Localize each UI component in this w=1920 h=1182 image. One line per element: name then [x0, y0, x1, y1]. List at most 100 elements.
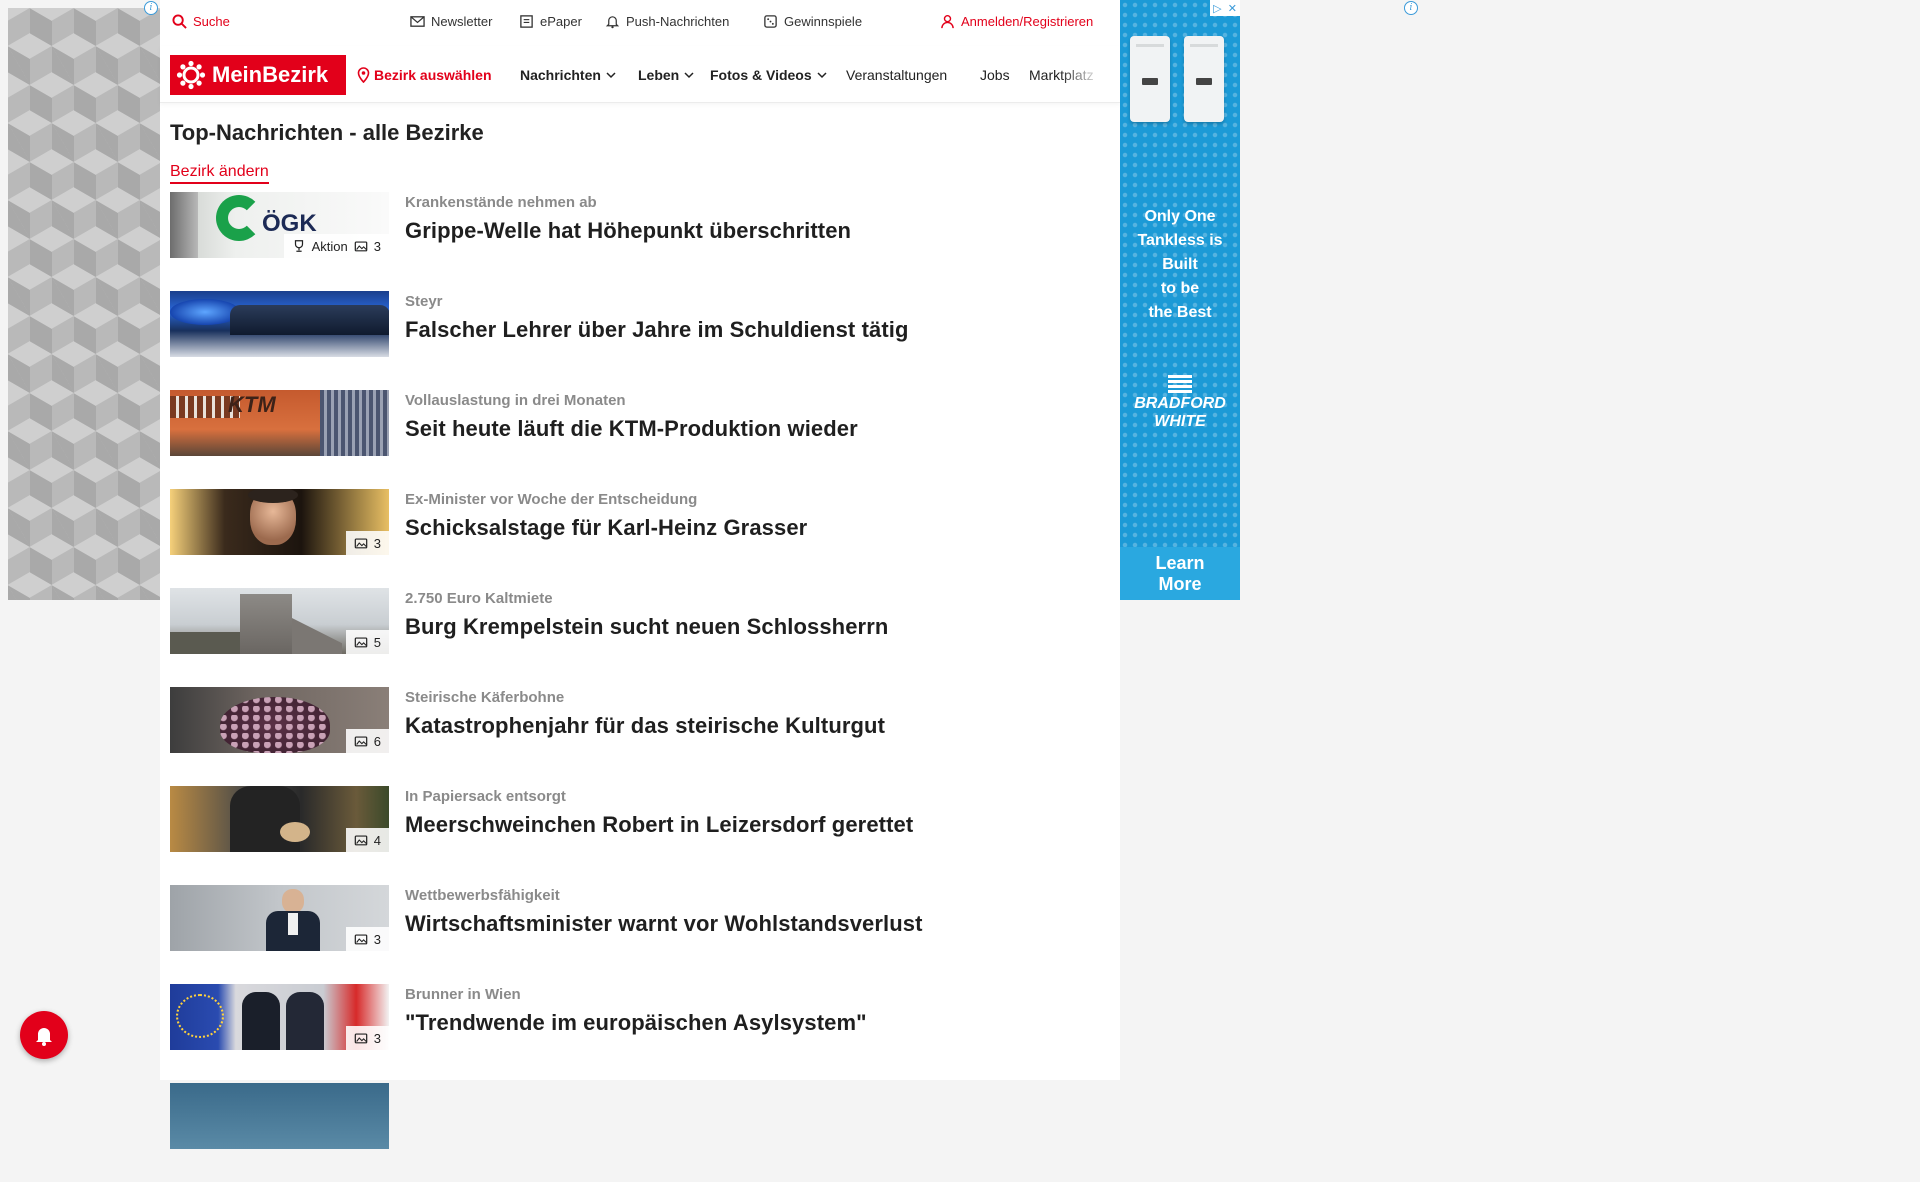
nav-photos-videos[interactable]: Fotos & Videos: [710, 67, 828, 83]
photo-count-badge: Aktion 3: [283, 234, 389, 258]
newsletter-link[interactable]: Newsletter: [410, 14, 492, 29]
gift-icon: [764, 15, 777, 28]
article-thumbnail[interactable]: [170, 1083, 389, 1149]
nav-events[interactable]: Veranstaltungen: [846, 67, 947, 83]
camera-icon: [354, 934, 368, 945]
search-link[interactable]: Suche: [172, 14, 230, 29]
article-thumbnail[interactable]: KTM: [170, 390, 389, 456]
photo-count-badge: 6: [345, 729, 389, 753]
article-item[interactable]: Steyr Falscher Lehrer über Jahre im Schu…: [170, 291, 1110, 390]
article-thumbnail[interactable]: 6: [170, 687, 389, 753]
water-heater-image: [1184, 36, 1224, 122]
article-kicker: Steirische Käferbohne: [405, 689, 565, 706]
ad-tagline-line: the Best: [1148, 304, 1212, 321]
push-notification-button[interactable]: [20, 1011, 68, 1059]
article-thumbnail[interactable]: 5: [170, 588, 389, 654]
article-item[interactable]: 6 Steirische Käferbohne Katastrophenjahr…: [170, 687, 1110, 786]
article-headline[interactable]: Meerschweinchen Robert in Leizersdorf ge…: [405, 812, 913, 838]
article-headline[interactable]: Falscher Lehrer über Jahre im Schuldiens…: [405, 317, 909, 343]
badge-label: Aktion: [311, 238, 348, 254]
article-kicker: Steyr: [405, 293, 443, 310]
epaper-link[interactable]: ePaper: [519, 14, 582, 29]
games-label: Gewinnspiele: [784, 14, 863, 29]
mail-icon: [410, 16, 425, 27]
photo-count: 3: [373, 238, 381, 254]
photo-count: 4: [373, 832, 381, 848]
nav-life[interactable]: Leben: [638, 67, 695, 83]
chevron-down-icon: [817, 72, 827, 79]
article-thumbnail[interactable]: 3: [170, 984, 389, 1050]
photo-count: 5: [373, 634, 381, 650]
district-select[interactable]: Bezirk auswählen: [357, 67, 492, 83]
login-label: Anmelden/Registrieren: [961, 14, 1094, 29]
article-headline[interactable]: Grippe-Welle hat Höhepunkt überschritten: [405, 218, 851, 244]
photo-count: 3: [373, 535, 381, 551]
camera-icon: [354, 538, 368, 549]
article-thumbnail[interactable]: ÖGK Aktion 3: [170, 192, 389, 258]
ad-choices-close[interactable]: ▷ ✕: [1210, 0, 1240, 16]
top-utility-bar: Suche Newsletter ePaper Push-Nachrichten…: [160, 0, 1120, 46]
change-district-link[interactable]: Bezirk ändern: [170, 163, 269, 184]
article-headline[interactable]: Wirtschaftsminister warnt vor Wohlstands…: [405, 911, 923, 937]
logo-text: MeinBezirk: [212, 62, 329, 87]
water-heater-image: [1130, 36, 1170, 122]
logo-sun-icon: [176, 60, 206, 90]
search-label: Suche: [193, 14, 230, 29]
photo-count-badge: 5: [345, 630, 389, 654]
article-item[interactable]: 3 Wettbewerbsfähigkeit Wirtschaftsminist…: [170, 885, 1110, 984]
push-news-link[interactable]: Push-Nachrichten: [605, 14, 729, 29]
camera-icon: [354, 835, 368, 846]
ad-tagline: Only One Tankless is Built to be the Bes…: [1120, 205, 1240, 325]
nav-life-label: Leben: [638, 67, 680, 83]
article-thumbnail[interactable]: 3: [170, 885, 389, 951]
close-icon[interactable]: ✕: [1228, 2, 1237, 15]
article-kicker: Ex-Minister vor Woche der Entscheidung: [405, 491, 698, 508]
photo-count-badge: 3: [345, 1026, 389, 1050]
login-link[interactable]: Anmelden/Registrieren: [940, 14, 1093, 29]
ad-brand: BRADFORD WHITE: [1120, 395, 1240, 431]
article-item[interactable]: 5 2.750 Euro Kaltmiete Burg Krempelstein…: [170, 588, 1110, 687]
nav-jobs[interactable]: Jobs: [980, 67, 1010, 83]
site-logo[interactable]: MeinBezirk: [170, 55, 346, 95]
photo-count-badge: 3: [345, 531, 389, 555]
article-item[interactable]: [170, 1083, 1110, 1182]
nav-news[interactable]: Nachrichten: [520, 67, 617, 83]
article-thumbnail[interactable]: 4: [170, 786, 389, 852]
learn-more-button[interactable]: Learn More: [1120, 547, 1240, 600]
article-item[interactable]: KTM Vollauslastung in drei Monaten Seit …: [170, 390, 1110, 489]
ad-tagline-line: to be: [1160, 280, 1200, 297]
ad-tagline-line: Built: [1162, 256, 1198, 273]
photo-count: 6: [373, 733, 381, 749]
camera-icon: [354, 1033, 368, 1044]
photo-count-badge: 3: [345, 927, 389, 951]
article-thumbnail[interactable]: 3: [170, 489, 389, 555]
brand-logo-icon: [1168, 375, 1192, 393]
nav-photos-label: Fotos & Videos: [710, 67, 812, 83]
camera-icon: [354, 637, 368, 648]
newspaper-icon: [520, 15, 533, 28]
photo-count-badge: 4: [345, 828, 389, 852]
article-kicker: 2.750 Euro Kaltmiete: [405, 590, 553, 607]
article-headline[interactable]: Schicksalstage für Karl-Heinz Grasser: [405, 515, 807, 541]
article-item[interactable]: 4 In Papiersack entsorgt Meerschweinchen…: [170, 786, 1110, 885]
article-thumbnail[interactable]: [170, 291, 389, 357]
article-item[interactable]: ÖGK Aktion 3 Krankenstände nehmen ab Gri…: [170, 192, 1110, 291]
cta-line: More: [1158, 574, 1202, 594]
article-item[interactable]: 3 Brunner in Wien "Trendwende im europäi…: [170, 984, 1110, 1083]
ad-info-icon[interactable]: i: [1404, 1, 1418, 15]
camera-icon: [354, 241, 368, 252]
article-kicker: Brunner in Wien: [405, 986, 521, 1003]
article-headline[interactable]: Burg Krempelstein sucht neuen Schlossher…: [405, 614, 888, 640]
games-link[interactable]: Gewinnspiele: [763, 14, 862, 29]
left-skin-ad[interactable]: [8, 8, 160, 600]
district-select-label: Bezirk auswählen: [374, 67, 492, 83]
ad-tagline-line: Tankless is: [1137, 232, 1223, 249]
ad-info-icon[interactable]: i: [144, 1, 158, 15]
bell-icon: [605, 16, 620, 29]
article-headline[interactable]: Seit heute läuft die KTM-Produktion wied…: [405, 416, 858, 442]
article-headline[interactable]: "Trendwende im europäischen Asylsystem": [405, 1010, 867, 1036]
right-skyscraper-ad[interactable]: Only One Tankless is Built to be the Bes…: [1120, 0, 1240, 600]
article-headline[interactable]: Katastrophenjahr für das steirische Kult…: [405, 713, 885, 739]
article-item[interactable]: 3 Ex-Minister vor Woche der Entscheidung…: [170, 489, 1110, 588]
cta-line: Learn: [1155, 553, 1205, 573]
